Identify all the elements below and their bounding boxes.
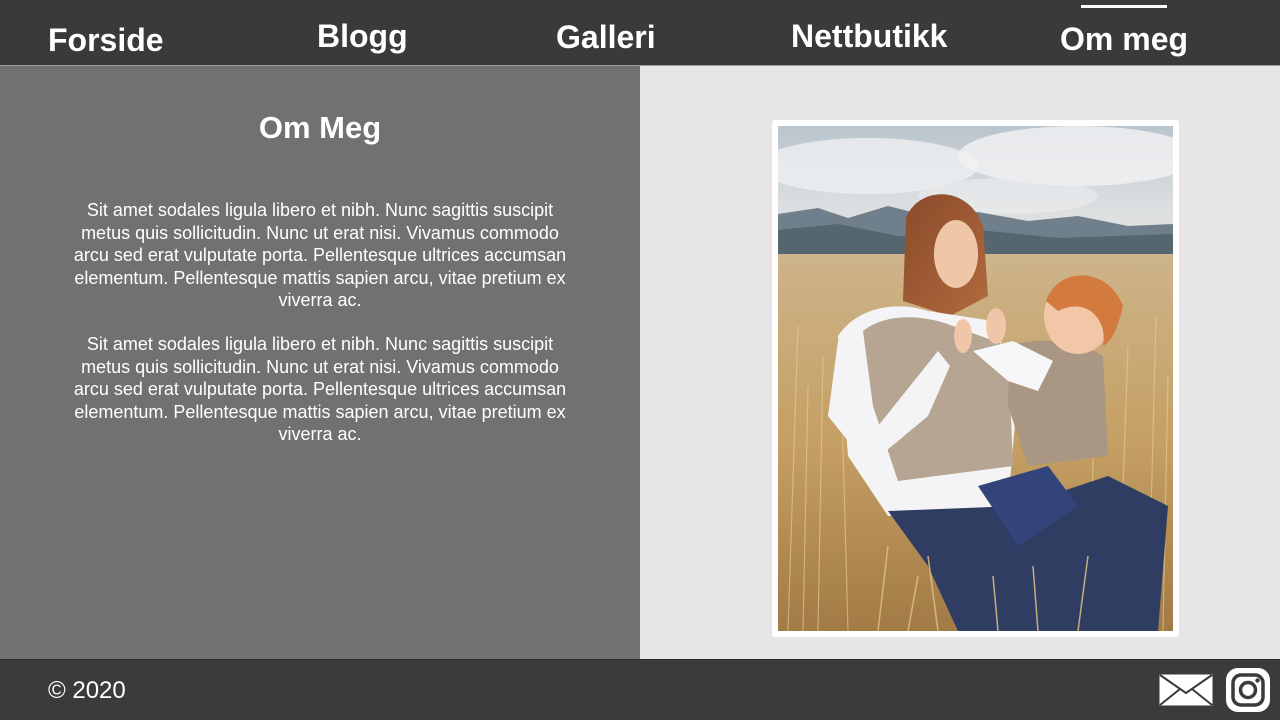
nav-forside[interactable]: Forside	[48, 24, 164, 56]
nav-galleri[interactable]: Galleri	[556, 21, 656, 53]
photo-frame	[772, 120, 1179, 637]
about-paragraph-1: Sit amet sodales ligula libero et nibh. …	[73, 200, 567, 310]
mail-icon[interactable]	[1158, 673, 1214, 707]
top-nav: Forside Blogg Galleri Nettbutikk Om meg	[0, 0, 1280, 66]
copyright-text: © 2020	[48, 677, 126, 704]
page-title: Om Meg	[258, 110, 382, 145]
nav-om-meg[interactable]: Om meg	[1060, 5, 1188, 55]
about-paragraph-2: Sit amet sodales ligula libero et nibh. …	[73, 334, 567, 444]
instagram-icon[interactable]	[1224, 666, 1272, 714]
nav-blogg[interactable]: Blogg	[317, 20, 408, 52]
footer: © 2020	[0, 659, 1280, 720]
nav-nettbutikk[interactable]: Nettbutikk	[791, 20, 947, 52]
about-photo	[778, 126, 1173, 631]
